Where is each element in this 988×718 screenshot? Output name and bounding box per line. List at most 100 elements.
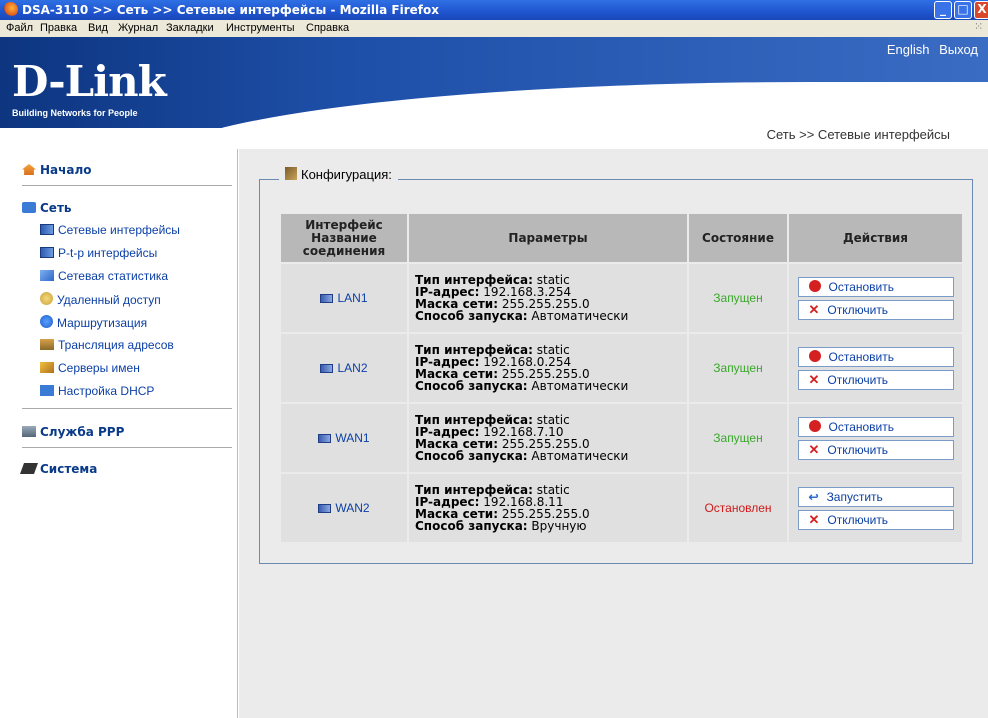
disable-button[interactable]: ✕ Отключить [797, 369, 954, 390]
menu-bar: Файл Правка Вид Журнал Закладки Инструме… [0, 20, 988, 37]
stop-button[interactable]: Остановить [797, 346, 954, 367]
sidebar-item-home[interactable]: Начало [22, 163, 92, 177]
col-header-interface: Интерфейс Название соединения [281, 214, 407, 262]
network-card-icon [40, 247, 54, 258]
menu-edit[interactable]: Правка [40, 22, 77, 34]
sidebar-item-routing[interactable]: Маршрутизация [40, 315, 147, 330]
main-content: Конфигурация: Интерфейс Название соедине… [239, 149, 988, 718]
status-text: Запущен [689, 334, 787, 402]
stop-icon [808, 279, 821, 292]
system-icon [19, 463, 39, 474]
chart-icon [40, 270, 54, 281]
throbber-icon: ⁙ [974, 21, 984, 33]
dhcp-icon [40, 385, 54, 396]
interface-cell: LAN2 [281, 334, 407, 402]
menu-bookmarks[interactable]: Закладки [166, 22, 214, 34]
interface-cell: WAN2 [281, 474, 407, 542]
english-link[interactable]: English [887, 42, 930, 57]
actions-cell: ↩ Запустить ✕ Отключить [789, 474, 962, 542]
disable-button[interactable]: ✕ Отключить [797, 509, 954, 530]
start-button[interactable]: ↩ Запустить [797, 486, 954, 507]
menu-history[interactable]: Журнал [118, 22, 158, 34]
col-header-actions: Действия [789, 214, 962, 262]
disable-button[interactable]: ✕ Отключить [797, 439, 954, 460]
sidebar-divider [22, 408, 232, 409]
menu-view[interactable]: Вид [88, 22, 108, 34]
interface-cell: LAN1 [281, 264, 407, 332]
minimize-button[interactable]: _ [934, 1, 952, 19]
sidebar-item-dns[interactable]: Серверы имен [40, 361, 140, 375]
sidebar-item-network-stats[interactable]: Сетевая статистика [40, 269, 168, 283]
stop-button[interactable]: Остановить [797, 416, 954, 437]
breadcrumb: Сеть >> Сетевые интерфейсы [766, 127, 950, 142]
sidebar-divider [22, 185, 232, 186]
status-text: Запущен [689, 264, 787, 332]
stop-icon [808, 349, 821, 362]
dlink-logo[interactable]: D-Link [12, 61, 167, 103]
actions-cell: Остановить ✕ Отключить [789, 334, 962, 402]
actions-cell: Остановить ✕ Отключить [789, 264, 962, 332]
sidebar-item-ptp-interfaces[interactable]: P-t-p интерфейсы [40, 246, 157, 260]
interface-link[interactable]: LAN1 [337, 291, 367, 305]
logout-link[interactable]: Выход [939, 42, 978, 57]
table-row: LAN1 Тип интерфейса: static IP-адрес: 19… [281, 264, 962, 332]
header-banner: D-Link Building Networks for People Engl… [0, 37, 988, 128]
config-icon [285, 167, 297, 180]
sidebar-item-system[interactable]: Система [19, 462, 97, 476]
dns-icon [40, 362, 54, 373]
menu-help[interactable]: Справка [306, 22, 349, 34]
sidebar-divider [22, 447, 232, 448]
network-card-icon [40, 224, 54, 235]
header-links: English Выход [881, 42, 978, 57]
firefox-icon [3, 2, 18, 17]
interface-icon [318, 504, 332, 513]
logo-tagline: Building Networks for People [12, 108, 138, 118]
sidebar-item-ppp[interactable]: Служба PPP [22, 425, 124, 439]
interface-link[interactable]: LAN2 [337, 361, 367, 375]
table-row: WAN1 Тип интерфейса: static IP-адрес: 19… [281, 404, 962, 472]
sidebar: Начало Сеть Сетевые интерфейсы P-t-p инт… [0, 149, 238, 718]
col-header-params: Параметры [409, 214, 687, 262]
table-row: LAN2 Тип интерфейса: static IP-адрес: 19… [281, 334, 962, 402]
config-legend: Конфигурация: [279, 167, 398, 182]
home-icon [22, 164, 36, 175]
routing-icon [40, 315, 53, 328]
params-cell: Тип интерфейса: static IP-адрес: 192.168… [409, 264, 687, 332]
interface-cell: WAN1 [281, 404, 407, 472]
interface-link[interactable]: WAN1 [335, 431, 369, 445]
table-row: WAN2 Тип интерфейса: static IP-адрес: 19… [281, 474, 962, 542]
col-header-state: Состояние [689, 214, 787, 262]
sidebar-item-nat[interactable]: Трансляция адресов [40, 338, 174, 352]
page-header: D-Link Building Networks for People Engl… [0, 37, 988, 149]
params-cell: Тип интерфейса: static IP-адрес: 192.168… [409, 474, 687, 542]
sidebar-item-remote-access[interactable]: Удаленный доступ [40, 292, 161, 307]
menu-file[interactable]: Файл [6, 22, 33, 34]
close-icon: ✕ [808, 371, 820, 387]
window-titlebar[interactable]: DSA-3110 >> Сеть >> Сетевые интерфейсы -… [0, 0, 988, 20]
close-icon: ✕ [808, 511, 820, 527]
status-text: Остановлен [689, 474, 787, 542]
interface-link[interactable]: WAN2 [335, 501, 369, 515]
sidebar-item-network[interactable]: Сеть [22, 201, 72, 215]
close-icon: ✕ [808, 441, 820, 457]
start-icon: ↩ [808, 489, 819, 504]
interface-icon [320, 364, 334, 373]
stop-button[interactable]: Остановить [797, 276, 954, 297]
network-icon [22, 202, 36, 213]
maximize-button[interactable]: □ [954, 1, 972, 19]
stop-icon [808, 419, 821, 432]
nat-icon [40, 339, 54, 350]
ppp-icon [22, 426, 36, 437]
actions-cell: Остановить ✕ Отключить [789, 404, 962, 472]
close-button[interactable]: X [974, 1, 988, 19]
status-text: Запущен [689, 404, 787, 472]
menu-tools[interactable]: Инструменты [226, 22, 295, 34]
globe-icon [40, 292, 53, 305]
interface-icon [318, 434, 332, 443]
sidebar-item-network-interfaces[interactable]: Сетевые интерфейсы [40, 223, 180, 237]
close-icon: ✕ [808, 301, 820, 317]
sidebar-item-dhcp[interactable]: Настройка DHCP [40, 384, 154, 398]
disable-button[interactable]: ✕ Отключить [797, 299, 954, 320]
interface-icon [320, 294, 334, 303]
params-cell: Тип интерфейса: static IP-адрес: 192.168… [409, 404, 687, 472]
